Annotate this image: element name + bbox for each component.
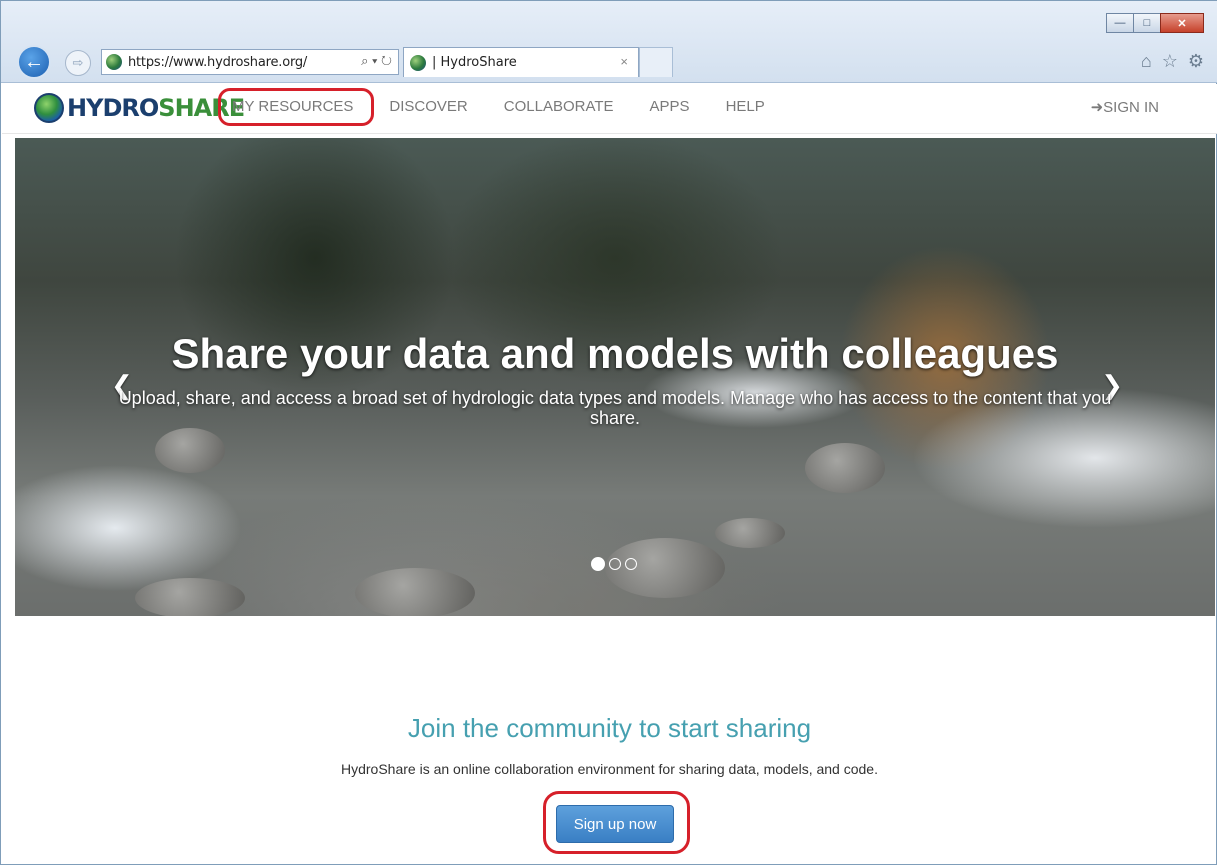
favorites-star-icon[interactable]: ☆: [1162, 51, 1178, 72]
new-tab-button[interactable]: [639, 47, 673, 77]
carousel-dot-2[interactable]: [609, 558, 621, 570]
hero-rock: [155, 428, 225, 473]
nav-discover[interactable]: DISCOVER: [389, 98, 467, 115]
site-navbar: HYDROSHARE MY RESOURCES DISCOVER COLLABO…: [2, 84, 1217, 134]
hero-rock: [805, 443, 885, 493]
nav-collaborate[interactable]: COLLABORATE: [504, 98, 614, 115]
hero-title: Share your data and models with colleagu…: [171, 330, 1059, 377]
hero-caption: Share your data and models with colleagu…: [15, 330, 1215, 428]
carousel-indicators: [591, 557, 637, 571]
minimize-icon[interactable]: —: [1106, 13, 1134, 33]
join-heading: Join the community to start sharing: [407, 713, 812, 743]
site-globe-icon: [106, 54, 122, 70]
hero-rock: [715, 518, 785, 548]
address-bar[interactable]: https://www.hydroshare.org/ ⌕ ▾ ↻: [101, 49, 399, 75]
nav-my-resources[interactable]: MY RESOURCES: [232, 98, 353, 115]
hero-subtitle: Upload, share, and access a broad set of…: [118, 388, 1112, 428]
tab-title: | HydroShare: [432, 55, 517, 70]
join-description: HydroShare is an online collaboration en…: [341, 761, 878, 777]
main-nav: MY RESOURCES DISCOVER COLLABORATE APPS H…: [232, 98, 801, 115]
sign-in-icon: ➜: [1090, 99, 1104, 116]
maximize-icon[interactable]: □: [1133, 13, 1161, 33]
home-icon[interactable]: ⌂: [1141, 51, 1152, 72]
tab-close-icon[interactable]: ×: [620, 54, 628, 69]
window-controls: — □ ✕: [1106, 13, 1204, 33]
back-arrow-icon[interactable]: ←: [17, 45, 51, 79]
browser-chrome: — □ ✕ ← ⇨ https://www.hydroshare.org/ ⌕ …: [1, 1, 1217, 83]
settings-gear-icon[interactable]: ⚙: [1188, 51, 1204, 72]
nav-apps[interactable]: APPS: [650, 98, 690, 115]
url-text[interactable]: https://www.hydroshare.org/: [128, 55, 307, 70]
sign-in-label: SIGN IN: [1103, 99, 1159, 116]
forward-arrow-icon[interactable]: ⇨: [65, 50, 91, 76]
browser-tab[interactable]: | HydroShare ×: [403, 47, 639, 77]
logo-hydro-text: HYDRO: [67, 94, 159, 122]
search-refresh-icons[interactable]: ⌕ ▾ ↻: [361, 53, 392, 69]
tab-favicon-icon: [410, 54, 426, 71]
hero-carousel: ❮ ❯ Share your data and models with coll…: [15, 138, 1215, 616]
carousel-dot-1[interactable]: [591, 557, 605, 571]
hydroshare-logo[interactable]: HYDROSHARE: [34, 93, 245, 123]
close-icon[interactable]: ✕: [1160, 13, 1204, 33]
hero-rock: [135, 578, 245, 616]
browser-toolbar-icons: ⌂ ☆ ⚙: [1141, 51, 1204, 72]
nav-help[interactable]: HELP: [726, 98, 765, 115]
sign-in-link[interactable]: ➜SIGN IN: [1091, 98, 1159, 116]
sign-up-button[interactable]: Sign up now: [556, 805, 674, 843]
hero-rock: [355, 568, 475, 616]
browser-window: — □ ✕ ← ⇨ https://www.hydroshare.org/ ⌕ …: [0, 0, 1217, 865]
logo-globe-icon: [34, 93, 64, 123]
carousel-dot-3[interactable]: [625, 558, 637, 570]
